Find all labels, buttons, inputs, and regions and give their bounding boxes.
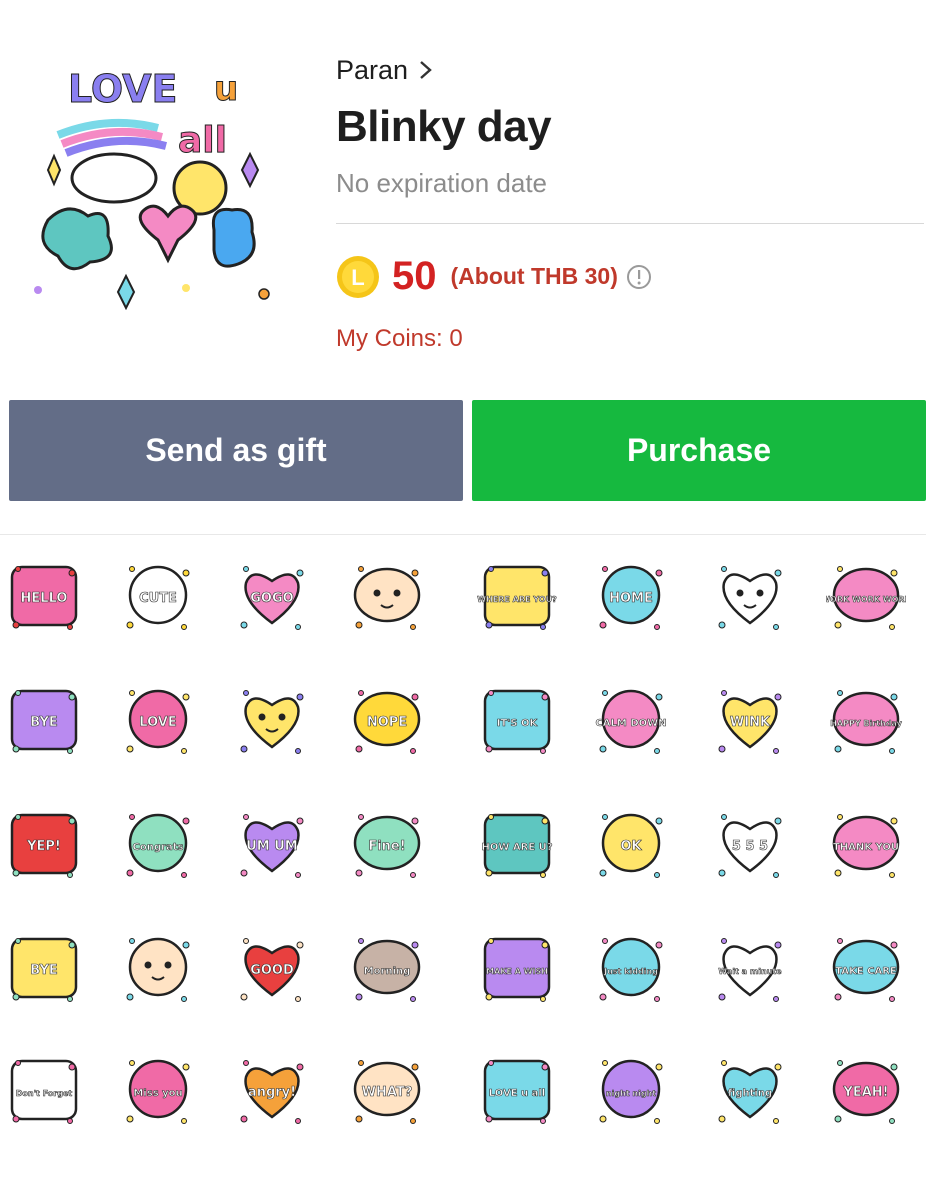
sticker-its-ok[interactable]: IT'S OK [477,681,557,761]
sticker-text: CUTE [139,591,177,606]
sticker-text: IT'S OK [497,718,539,729]
sticker-grid: HELLO CUTE GOGO WHERE ARE YOU? HOME WORK WORK… [0,534,926,1200]
info-circle-icon[interactable] [626,264,652,290]
main-art-all-text: all [178,120,227,161]
author-link[interactable]: Paran [336,52,924,88]
sticker-text: LOVE [139,715,176,730]
sticker-frame[interactable] [710,557,790,637]
sticker-text: HAPPY Birthday [830,719,902,728]
sticker-text: 5 5 5 [732,839,768,854]
sticker-angry[interactable]: angry! [232,1051,312,1131]
sticker-hello[interactable]: HELLO [4,557,84,637]
sticker-555[interactable]: 5 5 5 [710,805,790,885]
sticker-yep[interactable]: YEP! [4,805,84,885]
sticker-text: Congrats [133,842,184,853]
sticker-text: YEP! [26,839,61,854]
sticker-happy-birthday[interactable]: HAPPY Birthday [826,681,906,761]
sticker-text: GOOD [250,963,294,978]
my-coins: My Coins: 0 [336,325,463,352]
purchase-button[interactable]: Purchase [472,400,926,501]
coin-letter: L [351,265,364,290]
sticker-ok[interactable]: OK [591,805,671,885]
sticker-face[interactable] [347,557,427,637]
sticker-wait-a-minute[interactable]: Wait a minute [710,929,790,1009]
sticker-text: HELLO [21,591,68,606]
sticker-night-night[interactable]: night night [591,1051,671,1131]
sticker-morning[interactable]: Morning [347,929,427,1009]
sticker-text: Wait a minute [718,967,782,976]
sticker-home[interactable]: HOME [591,557,671,637]
sticker-text: UM UM [246,839,298,854]
sticker-text: Fine! [368,839,405,854]
sticker-text: THANK YOU [833,842,899,853]
divider [336,223,924,224]
sticker-love-u-all[interactable]: LOVE u all [477,1051,557,1131]
sticker-just-kidding[interactable]: Just kidding [591,929,671,1009]
sticker-work[interactable]: WORK WORK WORK [826,557,906,637]
sticker-text: BYE [30,963,58,978]
price-approx: (About THB 30) [450,263,618,289]
sticker-text: WHERE ARE YOU? [477,595,557,604]
price-row: L 50 (About THB 30) [336,254,924,299]
sticker-miss-you[interactable]: Miss you [118,1051,198,1131]
expiry-text: No expiration date [336,168,548,198]
pack-info: Paran Blinky day No expiration date L 50… [336,52,924,353]
sticker-fighting[interactable]: fighting [710,1051,790,1131]
sticker-dont-forget[interactable]: Don't Forget [4,1051,84,1131]
chevron-right-icon [420,61,432,79]
sticker-text: Morning [364,966,411,977]
sticker-how-are-u[interactable]: HOW ARE U? [477,805,557,885]
sticker-make-a-wish[interactable]: MAKE A WISH [477,929,557,1009]
sticker-take-care[interactable]: TAKE CARE [826,929,906,1009]
author-name: Paran [336,54,409,85]
pack-title: Blinky day [336,102,552,151]
sticker-love[interactable]: LOVE [118,681,198,761]
sticker-thank-you[interactable]: THANK YOU [826,805,906,885]
sticker-text: WINK [730,715,771,730]
sticker-text: WHAT? [362,1085,413,1100]
sticker-text: OK [620,839,642,854]
line-coin-icon: L [337,255,379,298]
sticker-text: MAKE A WISH [486,967,548,976]
sticker-text: angry! [248,1085,296,1100]
sticker-calm-down[interactable]: CALM DOWN [591,681,671,761]
sticker-congrats[interactable]: Congrats [118,805,198,885]
sticker-crying[interactable] [118,929,198,1009]
pack-main-image: LOVE u all [34,67,270,310]
sticker-burst[interactable] [232,681,312,761]
main-art-love-text: LOVE [68,67,178,111]
sticker-text: LOVE u all [489,1088,546,1099]
sticker-text: WORK WORK WORK [826,595,906,604]
price-coins: 50 [392,254,437,298]
send-as-gift-button[interactable]: Send as gift [9,400,463,501]
sticker-where-are-you[interactable]: WHERE ARE YOU? [477,557,557,637]
sticker-cute[interactable]: CUTE [118,557,198,637]
sticker-bye-flower[interactable]: BYE [4,929,84,1009]
sticker-um-um[interactable]: UM UM [232,805,312,885]
sticker-text: HOW ARE U? [481,842,552,853]
sticker-gogo[interactable]: GOGO [232,557,312,637]
sticker-what[interactable]: WHAT? [347,1051,427,1131]
sticker-text: Don't Forget [16,1089,73,1098]
sticker-text: night night [606,1089,656,1098]
sticker-text: YEAH! [842,1085,888,1100]
sticker-text: Miss you [133,1088,182,1099]
sticker-text: Just kidding [603,967,658,976]
sticker-yeah[interactable]: YEAH! [826,1051,906,1131]
sticker-text: HOME [609,591,653,606]
sticker-good[interactable]: GOOD [232,929,312,1009]
sticker-text: CALM DOWN [595,718,666,729]
sticker-text: TAKE CARE [835,966,897,977]
sticker-wink[interactable]: WINK [710,681,790,761]
sticker-text: fighting [728,1088,772,1099]
sticker-text: NOPE [367,715,407,730]
sticker-fine[interactable]: Fine! [347,805,427,885]
sticker-text: BYE [30,715,58,730]
sticker-nope[interactable]: NOPE [347,681,427,761]
sticker-text: GOGO [250,591,293,606]
main-art-u-text: u [214,69,238,109]
pack-header: LOVE u all Paran Blinky day No expiratio… [0,0,926,390]
sticker-bye[interactable]: BYE [4,681,84,761]
